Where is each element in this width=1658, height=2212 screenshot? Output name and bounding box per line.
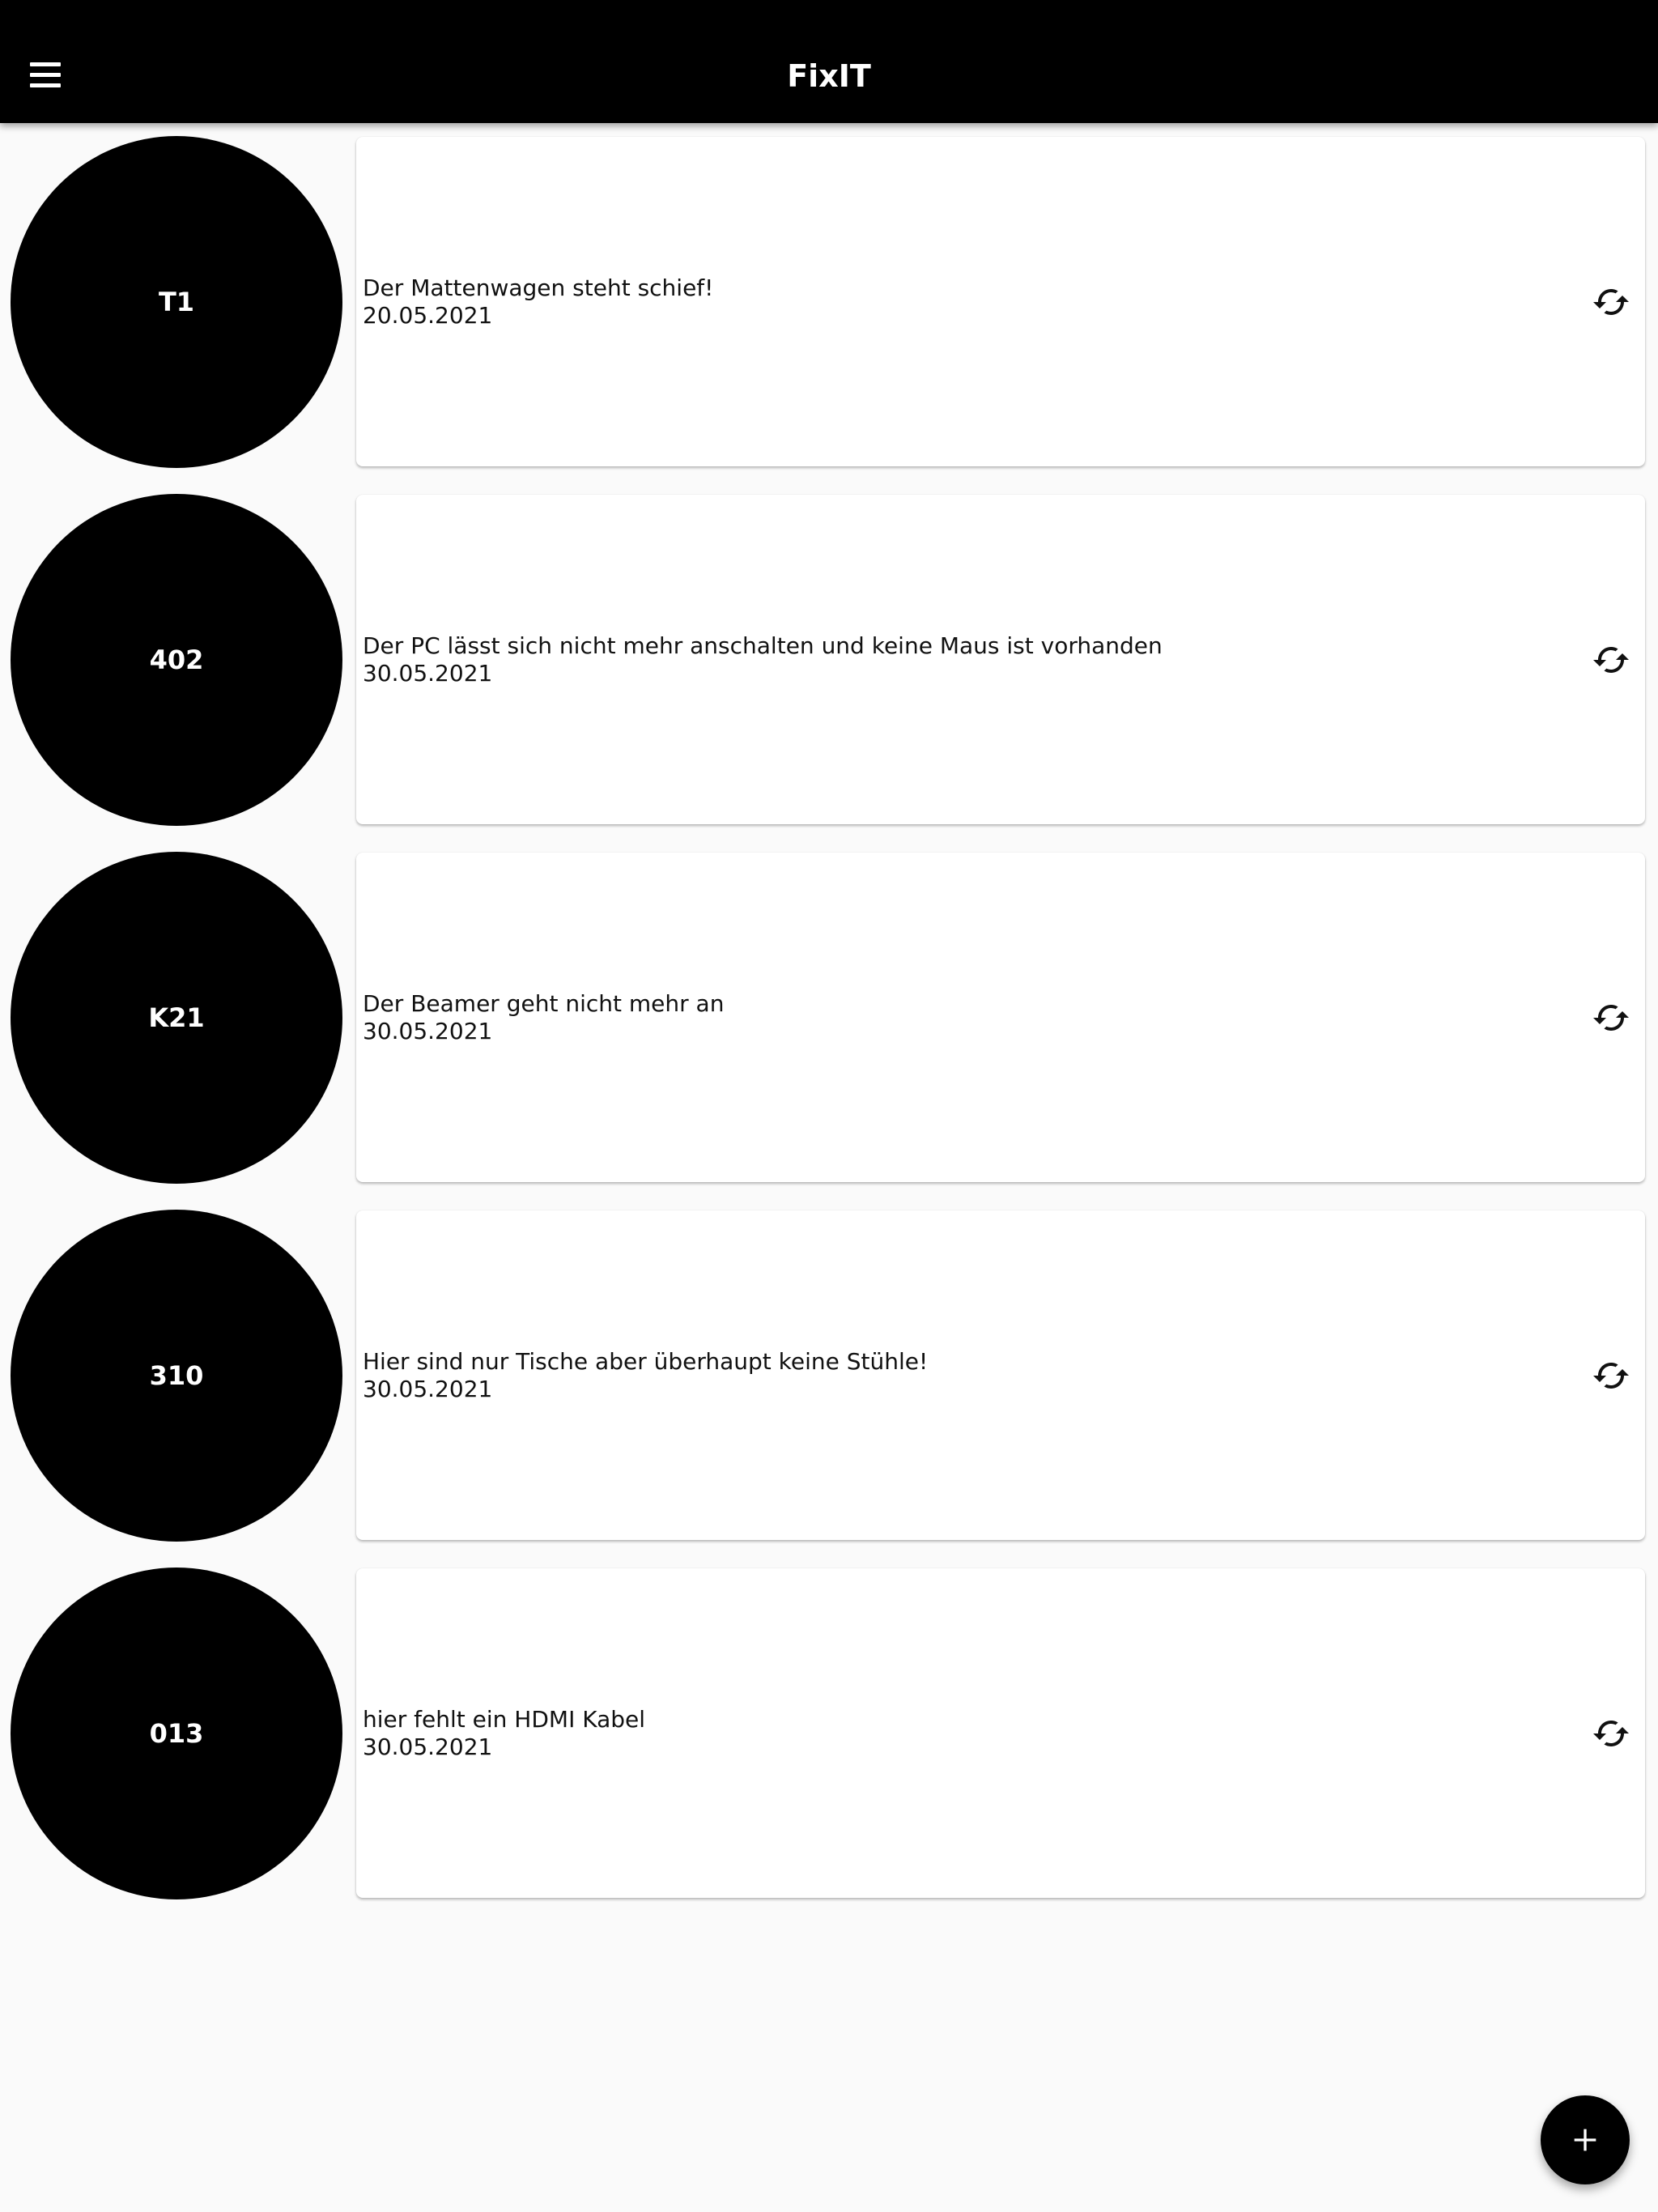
list-item: 013 hier fehlt ein HDMI Kabel 30.05.2021 bbox=[0, 1555, 1658, 1912]
room-avatar[interactable]: K21 bbox=[11, 852, 342, 1184]
app-bar: FixIT bbox=[0, 0, 1658, 123]
ticket-description: Der Mattenwagen steht schief! bbox=[363, 274, 714, 301]
ticket-date: 30.05.2021 bbox=[363, 1018, 493, 1044]
list-item: 310 Hier sind nur Tische aber überhaupt … bbox=[0, 1197, 1658, 1555]
room-label: 402 bbox=[149, 644, 204, 675]
ticket-card[interactable]: hier fehlt ein HDMI Kabel 30.05.2021 bbox=[356, 1568, 1645, 1898]
room-avatar[interactable]: 310 bbox=[11, 1210, 342, 1542]
add-icon bbox=[1574, 2129, 1596, 2151]
list-item: K21 Der Beamer geht nicht mehr an 30.05.… bbox=[0, 839, 1658, 1197]
ticket-description: Der Beamer geht nicht mehr an bbox=[363, 990, 725, 1017]
ticket-date: 20.05.2021 bbox=[363, 302, 493, 329]
room-label: 013 bbox=[149, 1718, 204, 1749]
add-ticket-button[interactable] bbox=[1541, 2095, 1630, 2184]
ticket-card[interactable]: Hier sind nur Tische aber überhaupt kein… bbox=[356, 1210, 1645, 1540]
ticket-date: 30.05.2021 bbox=[363, 660, 493, 687]
list-item: T1 Der Mattenwagen steht schief! 20.05.2… bbox=[0, 123, 1658, 481]
room-label: K21 bbox=[148, 1002, 205, 1033]
room-avatar[interactable]: 402 bbox=[11, 494, 342, 826]
refresh-icon[interactable] bbox=[1592, 1714, 1630, 1753]
refresh-icon[interactable] bbox=[1592, 283, 1630, 321]
room-avatar[interactable]: 013 bbox=[11, 1568, 342, 1899]
ticket-date: 30.05.2021 bbox=[363, 1733, 493, 1760]
ticket-description: Hier sind nur Tische aber überhaupt kein… bbox=[363, 1348, 929, 1375]
refresh-icon[interactable] bbox=[1592, 1356, 1630, 1395]
app-title: FixIT bbox=[787, 58, 871, 94]
ticket-description: hier fehlt ein HDMI Kabel bbox=[363, 1706, 646, 1733]
refresh-icon[interactable] bbox=[1592, 998, 1630, 1037]
ticket-date: 30.05.2021 bbox=[363, 1376, 493, 1402]
room-label: T1 bbox=[158, 287, 195, 317]
ticket-card[interactable]: Der Mattenwagen steht schief! 20.05.2021 bbox=[356, 137, 1645, 466]
room-avatar[interactable]: T1 bbox=[11, 136, 342, 468]
list-item: 402 Der PC lässt sich nicht mehr anschal… bbox=[0, 481, 1658, 839]
ticket-description: Der PC lässt sich nicht mehr anschalten … bbox=[363, 632, 1163, 659]
room-label: 310 bbox=[149, 1360, 204, 1391]
ticket-card[interactable]: Der Beamer geht nicht mehr an 30.05.2021 bbox=[356, 853, 1645, 1182]
ticket-card[interactable]: Der PC lässt sich nicht mehr anschalten … bbox=[356, 495, 1645, 824]
refresh-icon[interactable] bbox=[1592, 640, 1630, 679]
